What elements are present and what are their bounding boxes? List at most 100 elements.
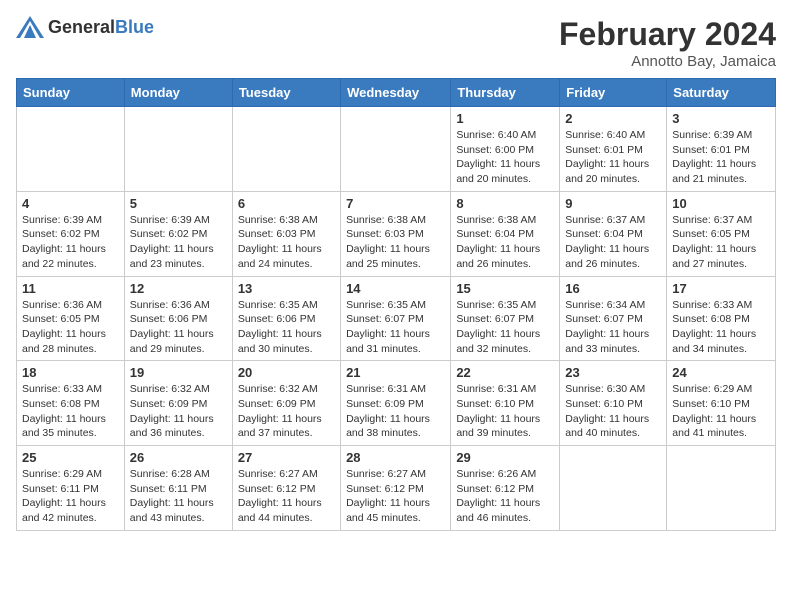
day-info: Sunrise: 6:35 AM Sunset: 6:06 PM Dayligh… <box>238 298 335 357</box>
day-info: Sunrise: 6:39 AM Sunset: 6:01 PM Dayligh… <box>672 128 770 187</box>
day-info: Sunrise: 6:27 AM Sunset: 6:12 PM Dayligh… <box>346 467 445 526</box>
calendar-cell <box>667 446 776 531</box>
day-number: 8 <box>456 196 554 211</box>
location: Annotto Bay, Jamaica <box>559 53 776 70</box>
weekday-header-row: SundayMondayTuesdayWednesdayThursdayFrid… <box>17 79 776 107</box>
day-info: Sunrise: 6:34 AM Sunset: 6:07 PM Dayligh… <box>565 298 661 357</box>
calendar-cell <box>341 107 451 192</box>
calendar-cell: 3 Sunrise: 6:39 AM Sunset: 6:01 PM Daylig… <box>667 107 776 192</box>
calendar-cell <box>17 107 125 192</box>
logo: GeneralBlue <box>16 16 154 38</box>
calendar-cell <box>560 446 667 531</box>
day-number: 1 <box>456 111 554 126</box>
logo-blue: Blue <box>115 17 154 37</box>
day-info: Sunrise: 6:39 AM Sunset: 6:02 PM Dayligh… <box>22 213 119 272</box>
day-info: Sunrise: 6:37 AM Sunset: 6:05 PM Dayligh… <box>672 213 770 272</box>
calendar-week-row: 1Sunrise: 6:40 AM Sunset: 6:00 PM Daylig… <box>17 107 776 192</box>
calendar-cell: 29Sunrise: 6:26 AM Sunset: 6:12 PM Dayli… <box>451 446 560 531</box>
calendar-cell: 28 Sunrise: 6:27 AM Sunset: 6:12 PM Dayli… <box>341 446 451 531</box>
calendar: SundayMondayTuesdayWednesdayThursdayFrid… <box>16 78 776 531</box>
calendar-cell: 20 Sunrise: 6:32 AM Sunset: 6:09 PM Dayli… <box>232 361 340 446</box>
day-info: Sunrise: 6:28 AM Sunset: 6:11 PM Dayligh… <box>130 467 227 526</box>
calendar-week-row: 11 Sunrise: 6:36 AM Sunset: 6:05 PM Dayli… <box>17 276 776 361</box>
weekday-header-monday: Monday <box>124 79 232 107</box>
day-number: 10 <box>672 196 770 211</box>
day-number: 15 <box>456 281 554 296</box>
day-number: 22 <box>456 365 554 380</box>
logo-general: General <box>48 17 115 37</box>
calendar-cell: 12 Sunrise: 6:36 AM Sunset: 6:06 PM Dayli… <box>124 276 232 361</box>
day-number: 25 <box>22 450 119 465</box>
day-info: Sunrise: 6:40 AM Sunset: 6:01 PM Dayligh… <box>565 128 661 187</box>
day-number: 28 <box>346 450 445 465</box>
day-info: Sunrise: 6:38 AM Sunset: 6:03 PM Dayligh… <box>346 213 445 272</box>
day-info: Sunrise: 6:27 AM Sunset: 6:12 PM Dayligh… <box>238 467 335 526</box>
day-info: Sunrise: 6:32 AM Sunset: 6:09 PM Dayligh… <box>238 382 335 441</box>
day-info: Sunrise: 6:36 AM Sunset: 6:06 PM Dayligh… <box>130 298 227 357</box>
calendar-cell: 16 Sunrise: 6:34 AM Sunset: 6:07 PM Dayli… <box>560 276 667 361</box>
calendar-cell: 6 Sunrise: 6:38 AM Sunset: 6:03 PM Daylig… <box>232 191 340 276</box>
day-number: 6 <box>238 196 335 211</box>
calendar-cell: 15Sunrise: 6:35 AM Sunset: 6:07 PM Dayli… <box>451 276 560 361</box>
day-number: 12 <box>130 281 227 296</box>
day-info: Sunrise: 6:38 AM Sunset: 6:03 PM Dayligh… <box>238 213 335 272</box>
weekday-header-friday: Friday <box>560 79 667 107</box>
day-info: Sunrise: 6:35 AM Sunset: 6:07 PM Dayligh… <box>346 298 445 357</box>
calendar-cell <box>232 107 340 192</box>
calendar-cell: 25 Sunrise: 6:29 AM Sunset: 6:11 PM Dayli… <box>17 446 125 531</box>
day-number: 5 <box>130 196 227 211</box>
day-info: Sunrise: 6:36 AM Sunset: 6:05 PM Dayligh… <box>22 298 119 357</box>
weekday-header-thursday: Thursday <box>451 79 560 107</box>
day-number: 4 <box>22 196 119 211</box>
day-info: Sunrise: 6:33 AM Sunset: 6:08 PM Dayligh… <box>672 298 770 357</box>
day-number: 27 <box>238 450 335 465</box>
weekday-header-sunday: Sunday <box>17 79 125 107</box>
day-number: 13 <box>238 281 335 296</box>
day-number: 26 <box>130 450 227 465</box>
calendar-cell: 7Sunrise: 6:38 AM Sunset: 6:03 PM Daylig… <box>341 191 451 276</box>
calendar-week-row: 4 Sunrise: 6:39 AM Sunset: 6:02 PM Daylig… <box>17 191 776 276</box>
calendar-cell: 9 Sunrise: 6:37 AM Sunset: 6:04 PM Daylig… <box>560 191 667 276</box>
weekday-header-wednesday: Wednesday <box>341 79 451 107</box>
day-info: Sunrise: 6:33 AM Sunset: 6:08 PM Dayligh… <box>22 382 119 441</box>
day-number: 16 <box>565 281 661 296</box>
month-title: February 2024 <box>559 16 776 53</box>
calendar-cell: 1Sunrise: 6:40 AM Sunset: 6:00 PM Daylig… <box>451 107 560 192</box>
calendar-week-row: 18 Sunrise: 6:33 AM Sunset: 6:08 PM Dayli… <box>17 361 776 446</box>
title-area: February 2024 Annotto Bay, Jamaica <box>559 16 776 70</box>
calendar-cell: 24 Sunrise: 6:29 AM Sunset: 6:10 PM Dayli… <box>667 361 776 446</box>
day-number: 3 <box>672 111 770 126</box>
calendar-cell: 13 Sunrise: 6:35 AM Sunset: 6:06 PM Dayli… <box>232 276 340 361</box>
day-number: 18 <box>22 365 119 380</box>
calendar-cell: 22 Sunrise: 6:31 AM Sunset: 6:10 PM Dayli… <box>451 361 560 446</box>
day-number: 20 <box>238 365 335 380</box>
calendar-cell: 18 Sunrise: 6:33 AM Sunset: 6:08 PM Dayli… <box>17 361 125 446</box>
day-number: 29 <box>456 450 554 465</box>
day-number: 19 <box>130 365 227 380</box>
calendar-cell: 11 Sunrise: 6:36 AM Sunset: 6:05 PM Dayli… <box>17 276 125 361</box>
day-info: Sunrise: 6:37 AM Sunset: 6:04 PM Dayligh… <box>565 213 661 272</box>
day-info: Sunrise: 6:29 AM Sunset: 6:10 PM Dayligh… <box>672 382 770 441</box>
day-number: 21 <box>346 365 445 380</box>
weekday-header-tuesday: Tuesday <box>232 79 340 107</box>
day-info: Sunrise: 6:30 AM Sunset: 6:10 PM Dayligh… <box>565 382 661 441</box>
calendar-cell: 2Sunrise: 6:40 AM Sunset: 6:01 PM Daylig… <box>560 107 667 192</box>
day-info: Sunrise: 6:29 AM Sunset: 6:11 PM Dayligh… <box>22 467 119 526</box>
day-number: 11 <box>22 281 119 296</box>
day-info: Sunrise: 6:31 AM Sunset: 6:09 PM Dayligh… <box>346 382 445 441</box>
day-number: 9 <box>565 196 661 211</box>
day-info: Sunrise: 6:39 AM Sunset: 6:02 PM Dayligh… <box>130 213 227 272</box>
day-number: 24 <box>672 365 770 380</box>
calendar-week-row: 25 Sunrise: 6:29 AM Sunset: 6:11 PM Dayli… <box>17 446 776 531</box>
calendar-cell: 17 Sunrise: 6:33 AM Sunset: 6:08 PM Dayli… <box>667 276 776 361</box>
calendar-cell: 26 Sunrise: 6:28 AM Sunset: 6:11 PM Dayli… <box>124 446 232 531</box>
calendar-cell: 5 Sunrise: 6:39 AM Sunset: 6:02 PM Daylig… <box>124 191 232 276</box>
day-info: Sunrise: 6:31 AM Sunset: 6:10 PM Dayligh… <box>456 382 554 441</box>
calendar-cell: 23Sunrise: 6:30 AM Sunset: 6:10 PM Dayli… <box>560 361 667 446</box>
day-number: 14 <box>346 281 445 296</box>
calendar-cell: 4 Sunrise: 6:39 AM Sunset: 6:02 PM Daylig… <box>17 191 125 276</box>
calendar-cell: 27 Sunrise: 6:27 AM Sunset: 6:12 PM Dayli… <box>232 446 340 531</box>
logo-icon <box>16 16 44 38</box>
day-number: 17 <box>672 281 770 296</box>
header: GeneralBlue February 2024 Annotto Bay, J… <box>16 16 776 70</box>
